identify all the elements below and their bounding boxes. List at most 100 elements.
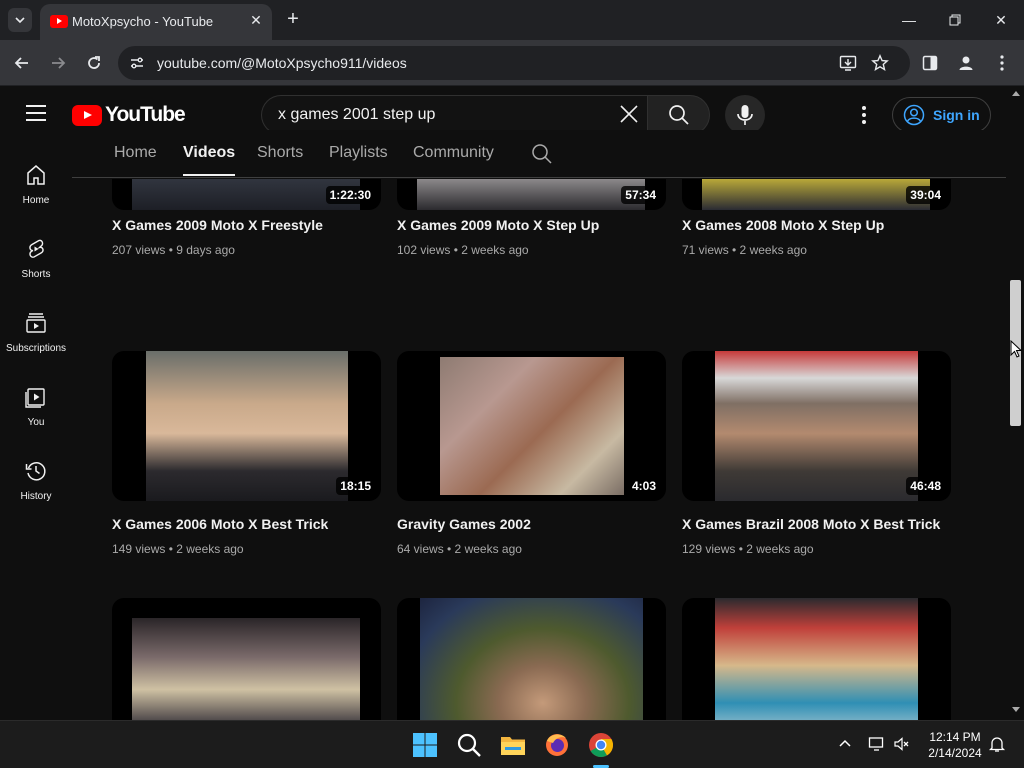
notification-bell-icon[interactable] (988, 735, 1006, 753)
video-thumbnail[interactable]: 39:04 (682, 179, 951, 210)
scroll-down-icon[interactable] (1012, 707, 1020, 712)
close-window-button[interactable]: ✕ (989, 8, 1013, 32)
windows-start-icon[interactable] (411, 731, 439, 759)
video-meta: 71 views • 2 weeks ago (682, 243, 807, 257)
tab-community[interactable]: Community (413, 144, 494, 162)
video-thumbnail[interactable]: 1:22:30 (112, 179, 381, 210)
chevron-up-icon[interactable] (836, 735, 854, 753)
kebab-menu-icon (862, 106, 866, 124)
forward-button[interactable] (46, 51, 70, 75)
video-duration: 1:22:30 (325, 186, 375, 204)
sidebar-item-shorts[interactable]: Shorts (0, 217, 72, 291)
scroll-up-icon[interactable] (1012, 91, 1020, 96)
video-thumbnail[interactable] (397, 598, 666, 720)
clear-search-button[interactable] (616, 101, 642, 127)
sidebar-item-label: History (20, 491, 52, 502)
mouse-cursor-icon (1010, 340, 1022, 358)
settings-menu-button[interactable] (852, 103, 876, 127)
clock-time: 12:14 PM (929, 730, 981, 744)
install-app-button[interactable] (836, 51, 860, 75)
profile-icon (959, 56, 973, 70)
tab-playlists[interactable]: Playlists (329, 144, 388, 162)
tab-search-button[interactable] (8, 8, 32, 32)
site-info-icon[interactable] (128, 54, 146, 72)
side-panel-button[interactable] (918, 51, 942, 75)
search-icon (668, 105, 689, 125)
profile-button[interactable] (954, 51, 978, 75)
back-button[interactable] (10, 51, 34, 75)
sidebar-item-label: Home (22, 195, 50, 206)
tab-shorts[interactable]: Shorts (257, 144, 303, 162)
minimize-button[interactable]: — (897, 8, 921, 32)
sign-in-label: Sign in (933, 107, 980, 123)
video-thumbnail[interactable]: 46:48 (682, 351, 951, 501)
search-button[interactable] (647, 95, 710, 135)
search-input[interactable] (278, 104, 598, 126)
chrome-icon[interactable] (587, 731, 615, 759)
channel-search-icon[interactable] (530, 142, 554, 166)
sidebar-item-subscriptions[interactable]: Subscriptions (0, 291, 72, 365)
firefox-icon[interactable] (543, 731, 571, 759)
reload-button[interactable] (82, 51, 106, 75)
sidebar-item-label: You (27, 417, 45, 428)
history-icon (25, 462, 46, 481)
back-arrow-icon (14, 57, 28, 69)
guide-menu-button[interactable] (26, 105, 46, 121)
close-icon (620, 105, 638, 123)
shorts-icon (29, 239, 44, 258)
video-title[interactable]: X Games 2009 Moto X Step Up (397, 217, 666, 233)
sidebar-item-label: Shorts (21, 269, 51, 280)
video-title[interactable]: Gravity Games 2002 (397, 516, 666, 532)
video-meta: 207 views • 9 days ago (112, 243, 235, 257)
video-title[interactable]: X Games 2006 Moto X Best Trick (112, 516, 381, 532)
new-tab-button[interactable]: + (283, 9, 303, 29)
restore-button[interactable] (943, 8, 967, 32)
browser-tab-strip: MotoXpsycho - YouTube ✕ + — ✕ (0, 0, 1024, 40)
sidebar-item-home[interactable]: Home (0, 143, 72, 217)
videos-grid: 1:22:30 X Games 2009 Moto X Freestyle 20… (72, 179, 1006, 720)
install-icon (839, 55, 857, 71)
youtube-logo-text: YouTube (105, 103, 186, 126)
chrome-menu-button[interactable] (990, 51, 1014, 75)
video-meta: 149 views • 2 weeks ago (112, 542, 244, 556)
kebab-menu-icon (1000, 55, 1004, 71)
video-duration: 46:48 (906, 477, 945, 495)
video-duration: 57:34 (621, 186, 660, 204)
video-thumbnail[interactable] (112, 598, 381, 720)
video-title[interactable]: X Games 2008 Moto X Step Up (682, 217, 951, 233)
account-circle-icon (903, 104, 925, 126)
video-title[interactable]: X Games 2009 Moto X Freestyle (112, 217, 381, 233)
video-title[interactable]: X Games Brazil 2008 Moto X Best Trick (682, 516, 951, 532)
file-explorer-icon[interactable] (499, 731, 527, 759)
taskbar-clock[interactable]: 12:14 PM 2/14/2024 (918, 729, 992, 761)
video-duration: 39:04 (906, 186, 945, 204)
video-thumbnail[interactable]: 4:03 (397, 351, 666, 501)
youtube-logo[interactable]: YouTube (72, 103, 186, 126)
sidebar-item-label: Subscriptions (5, 343, 67, 354)
subscriptions-icon (26, 313, 46, 333)
sidebar-item-you[interactable]: You (0, 365, 72, 439)
video-thumbnail[interactable] (682, 598, 951, 720)
video-thumbnail[interactable]: 18:15 (112, 351, 381, 501)
video-thumbnail[interactable]: 57:34 (397, 179, 666, 210)
bookmark-button[interactable] (868, 51, 892, 75)
address-bar[interactable]: youtube.com/@MotoXpsycho911/videos (118, 46, 910, 80)
tab-close-icon[interactable]: ✕ (248, 12, 264, 28)
search-icon[interactable] (455, 731, 483, 759)
tab-title: MotoXpsycho - YouTube (72, 14, 214, 29)
tab-home[interactable]: Home (114, 144, 157, 162)
restore-icon (949, 14, 961, 26)
video-duration: 18:15 (336, 477, 375, 495)
page-scrollbar[interactable] (1008, 87, 1024, 720)
tab-videos[interactable]: Videos (183, 144, 236, 176)
voice-search-button[interactable] (725, 95, 765, 135)
browser-tab-active[interactable]: MotoXpsycho - YouTube ✕ (40, 4, 272, 40)
display-icon[interactable] (868, 735, 886, 753)
mini-guide-sidebar: Home Shorts Subscriptions You History (0, 143, 72, 720)
side-panel-icon (922, 55, 938, 71)
microphone-icon (737, 105, 753, 125)
speaker-muted-icon[interactable] (893, 735, 911, 753)
sign-in-button[interactable]: Sign in (892, 97, 991, 133)
clock-date: 2/14/2024 (928, 746, 982, 760)
sidebar-item-history[interactable]: History (0, 439, 72, 513)
